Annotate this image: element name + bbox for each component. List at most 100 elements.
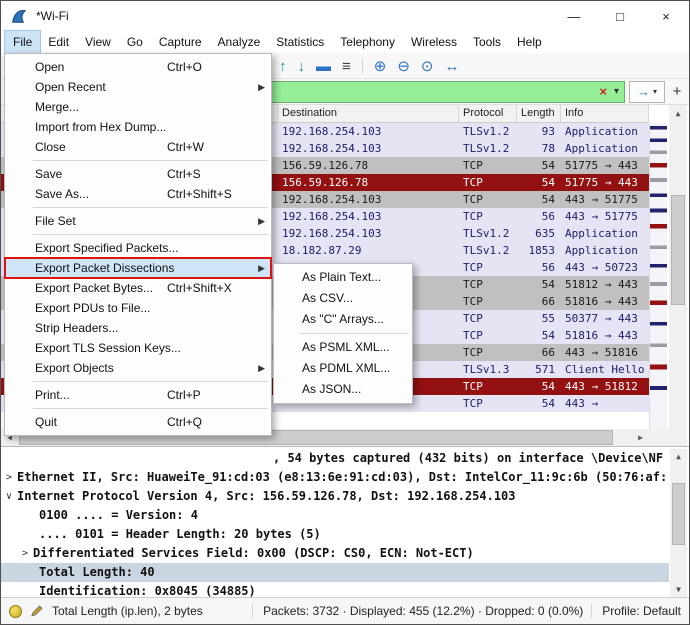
close-button[interactable]: × — [643, 1, 689, 31]
submenu-item[interactable]: As "C" Arrays... — [274, 309, 412, 330]
file-menu-item[interactable]: Export TLS Session Keys... — [5, 338, 271, 358]
menubar-item[interactable]: Telephony — [332, 31, 403, 53]
column-header-length[interactable]: Length — [517, 105, 561, 122]
go-last-packet-icon[interactable]: ↓ — [298, 59, 306, 74]
menubar-item[interactable]: View — [77, 31, 119, 53]
submenu-item[interactable]: As PSML XML... — [274, 337, 412, 358]
statusbar: Total Length (ip.len), 2 bytes Packets: … — [1, 597, 689, 624]
menu-item-label: Save As... — [35, 187, 89, 201]
file-menu-item[interactable]: Export Packet Bytes... Ctrl+Shift+X — [5, 278, 271, 298]
intelligent-scrollbar-minimap[interactable] — [649, 123, 667, 429]
menu-item-label: File Set — [35, 214, 76, 228]
menubar-item[interactable]: Wireless — [403, 31, 465, 53]
expand-toggle-icon[interactable]: ∨ — [1, 487, 17, 506]
menubar-item[interactable]: File — [5, 31, 40, 53]
detail-line[interactable]: >Differentiated Services Field: 0x00 (DS… — [1, 544, 669, 563]
file-menu-item[interactable]: Save As... Ctrl+Shift+S — [5, 184, 271, 204]
scroll-up-icon[interactable]: ▲ — [670, 449, 687, 464]
menubar-item[interactable]: Capture — [151, 31, 210, 53]
minimize-button[interactable]: — — [551, 1, 597, 31]
expert-info-icon[interactable] — [9, 605, 22, 618]
file-menu-item[interactable]: Export PDUs to File... — [5, 298, 271, 318]
submenu-item[interactable]: As Plain Text... — [274, 267, 412, 288]
file-menu-item[interactable]: Export Objects ▶ — [5, 358, 271, 378]
clear-filter-icon[interactable]: × — [599, 84, 607, 99]
detail-line[interactable]: .... 0101 = Header Length: 20 bytes (5) — [1, 525, 669, 544]
file-menu-item[interactable]: Import from Hex Dump... — [5, 117, 271, 137]
wireshark-window: *Wi-Fi — □ × FileEditViewGoCaptureAnalyz… — [0, 0, 690, 625]
details-vertical-scrollbar[interactable]: ▲ ▼ — [670, 449, 687, 597]
cell-info: Application — [561, 225, 649, 242]
colorize-packets-icon[interactable]: ≡ — [342, 59, 351, 74]
menubar-item[interactable]: Tools — [465, 31, 509, 53]
cell-protocol: TCP — [459, 378, 517, 395]
file-menu-item[interactable] — [5, 378, 271, 385]
menubar-item[interactable]: Edit — [40, 31, 77, 53]
go-first-packet-icon[interactable]: ↑ — [279, 59, 287, 74]
auto-scroll-icon[interactable]: ▬ — [316, 59, 331, 74]
file-menu-item[interactable]: Save Ctrl+S — [5, 164, 271, 184]
file-menu-item[interactable]: Quit Ctrl+Q — [5, 412, 271, 432]
zoom-original-icon[interactable]: ⊙ — [421, 59, 434, 74]
zoom-out-icon[interactable]: ⊖ — [397, 59, 410, 74]
filter-dropdown-icon[interactable]: ▾ — [614, 86, 619, 97]
menubar-item[interactable]: Statistics — [268, 31, 332, 53]
cell-length: 66 — [517, 344, 561, 361]
zoom-in-icon[interactable]: ⊕ — [374, 59, 387, 74]
packet-list-vertical-scrollbar[interactable]: ▲ ▼ — [669, 105, 687, 446]
menubar-item[interactable]: Go — [119, 31, 151, 53]
file-menu-item[interactable]: Export Specified Packets... — [5, 238, 271, 258]
cell-info: 443 → 51775 — [561, 191, 649, 208]
scroll-up-icon[interactable]: ▲ — [669, 105, 687, 121]
menubar-item[interactable]: Help — [509, 31, 550, 53]
submenu-item[interactable] — [274, 330, 412, 337]
cell-protocol: TLSv1.3 — [459, 361, 517, 378]
file-menu-item[interactable]: Open Recent ▶ — [5, 77, 271, 97]
column-header-destination[interactable]: Destination — [278, 105, 459, 122]
detail-line[interactable]: ∨Internet Protocol Version 4, Src: 156.5… — [1, 487, 669, 506]
resize-columns-icon[interactable]: ↔ — [445, 59, 460, 74]
menu-item-label: Merge... — [35, 100, 79, 114]
capture-comment-icon[interactable] — [30, 604, 44, 618]
detail-line[interactable]: , 54 bytes captured (432 bits) on interf… — [1, 449, 669, 468]
file-menu-item[interactable]: Export Packet Dissections ▶ — [5, 258, 271, 278]
submenu-item-label: As "C" Arrays... — [302, 312, 384, 326]
apply-filter-button[interactable]: → ▾ — [629, 81, 665, 103]
file-menu-item[interactable]: Open Ctrl+O — [5, 57, 271, 77]
scroll-down-icon[interactable]: ▼ — [670, 582, 687, 597]
file-menu-item[interactable] — [5, 405, 271, 412]
scrollbar-thumb[interactable] — [671, 195, 685, 305]
menu-item-label: Close — [35, 140, 66, 154]
cell-info: Application — [561, 123, 649, 140]
file-menu-item[interactable]: Merge... — [5, 97, 271, 117]
cell-destination: 192.168.254.103 — [278, 191, 459, 208]
menubar-item[interactable]: Analyze — [210, 31, 269, 53]
expand-toggle-icon[interactable]: > — [1, 468, 17, 487]
file-menu-item[interactable] — [5, 231, 271, 238]
column-header-info[interactable]: Info — [561, 105, 649, 122]
file-menu-item[interactable] — [5, 204, 271, 211]
file-menu-item[interactable] — [5, 157, 271, 164]
submenu-item[interactable]: As JSON... — [274, 379, 412, 400]
cell-protocol: TLSv1.2 — [459, 123, 517, 140]
file-menu-item[interactable]: File Set ▶ — [5, 211, 271, 231]
column-header-protocol[interactable]: Protocol — [459, 105, 517, 122]
submenu-item[interactable]: As PDML XML... — [274, 358, 412, 379]
maximize-button[interactable]: □ — [597, 1, 643, 31]
menu-item-label: Export Packet Bytes... — [35, 281, 153, 295]
expand-toggle-icon[interactable]: > — [17, 544, 33, 563]
profile-selector[interactable]: Profile: Default — [591, 604, 681, 618]
detail-line[interactable]: >Ethernet II, Src: HuaweiTe_91:cd:03 (e8… — [1, 468, 669, 487]
detail-line[interactable]: 0100 .... = Version: 4 — [1, 506, 669, 525]
detail-line[interactable]: Total Length: 40 — [1, 563, 669, 582]
file-menu-item[interactable]: Print... Ctrl+P — [5, 385, 271, 405]
submenu-item[interactable]: As CSV... — [274, 288, 412, 309]
add-filter-button[interactable]: + — [668, 83, 686, 100]
cell-length: 54 — [517, 174, 561, 191]
scroll-right-icon[interactable]: ▶ — [632, 429, 649, 446]
toolbar-separator[interactable] — [362, 58, 363, 74]
cell-destination: 156.59.126.78 — [278, 174, 459, 191]
file-menu-item[interactable]: Strip Headers... — [5, 318, 271, 338]
file-menu-item[interactable]: Close Ctrl+W — [5, 137, 271, 157]
scrollbar-thumb[interactable] — [672, 483, 685, 545]
